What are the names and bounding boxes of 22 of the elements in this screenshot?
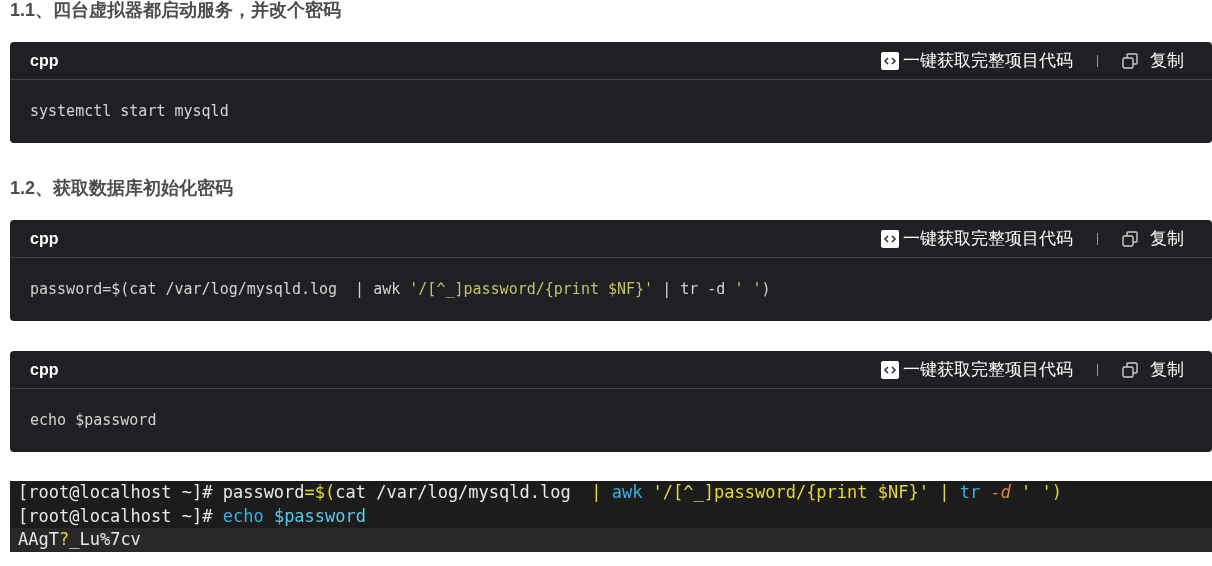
language-label: cpp (30, 50, 59, 71)
code-line: password=$(cat /var/log/mysqld.log | awk '/[^_]password/{print $NF}' | tr -d ' ') (30, 279, 771, 301)
get-code-link[interactable]: 一键获取完整项目代码 (903, 225, 1073, 252)
section-heading: 1.1、四台虚拟器都启动服务，并改个密码 (10, 0, 343, 20)
copy-button[interactable]: 复制 (1150, 225, 1184, 252)
terminal-line: [root@localhost ~]# password=$(cat /var/log/mysqld.log | awk '/[^_]password/{print $NF}' | tr -d ' ') (17, 481, 1064, 504)
get-code-link[interactable]: 一键获取完整项目代码 (903, 356, 1073, 383)
copy-button[interactable]: 复制 (1150, 356, 1184, 383)
code-icon[interactable] (881, 51, 899, 70)
language-label: cpp (30, 359, 59, 380)
copy-icon[interactable] (1122, 361, 1138, 378)
terminal-line: [root@localhost ~]# echo $password (17, 504, 367, 528)
get-code-link[interactable]: 一键获取完整项目代码 (903, 47, 1073, 74)
section-heading: 1.2、获取数据库初始化密码 (10, 178, 235, 198)
code-line: echo $password (30, 410, 157, 432)
code-line: systemctl start mysqld (30, 101, 229, 123)
copy-icon[interactable] (1122, 230, 1138, 247)
copy-button[interactable]: 复制 (1150, 47, 1184, 74)
code-icon[interactable] (881, 229, 899, 248)
language-label: cpp (30, 228, 59, 249)
copy-icon[interactable] (1122, 52, 1138, 69)
code-icon[interactable] (881, 360, 899, 379)
